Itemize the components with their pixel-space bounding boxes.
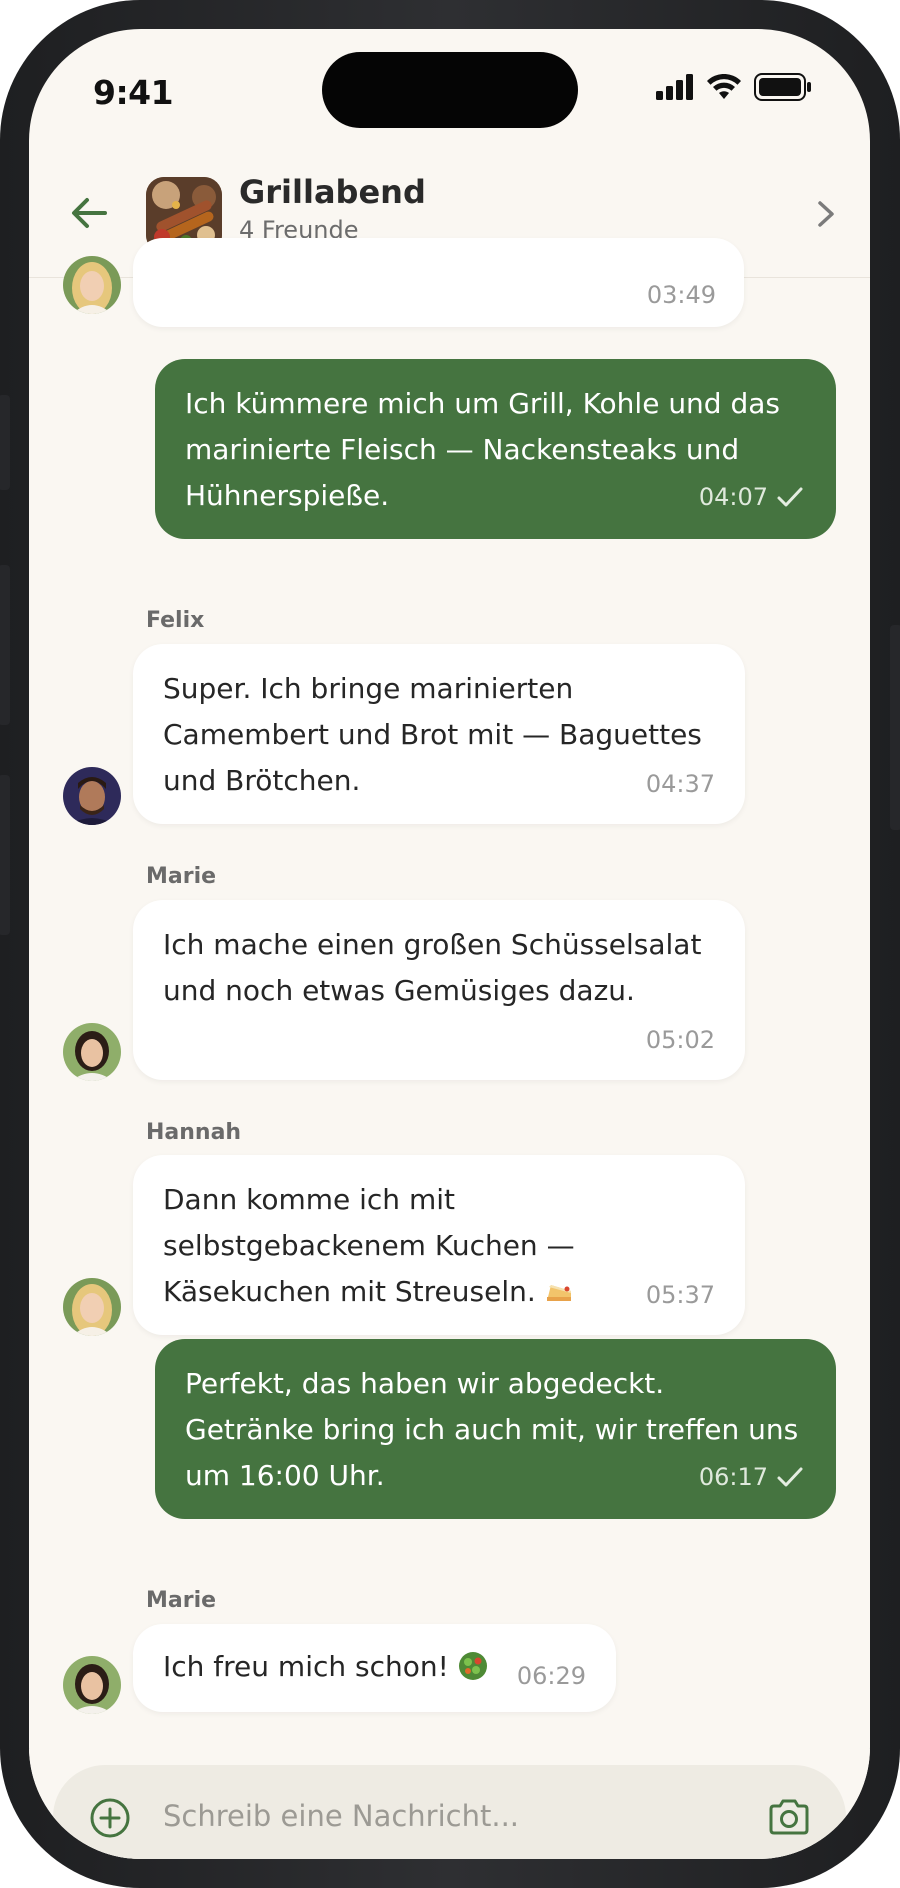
avatar[interactable] — [63, 1656, 121, 1714]
cake-emoji-icon — [546, 1285, 571, 1301]
battery-icon — [754, 73, 811, 101]
power-button — [890, 625, 900, 830]
message-text: Super. Ich bringe marinierten Camembert … — [163, 672, 702, 797]
phone-frame: 9:41 Grillabend 4 Freunde 03:49 Ich kümm… — [0, 0, 900, 1888]
dynamic-island — [322, 52, 578, 128]
message-time-row: 06:17 — [699, 1463, 804, 1491]
message-text-body: Ich freu mich schon! — [163, 1650, 449, 1683]
message-time: 06:17 — [698, 1463, 768, 1491]
message-text: Ich kümmere mich um Grill, Kohle und das… — [185, 387, 780, 512]
avatar[interactable] — [63, 1278, 121, 1336]
volume-up-button — [0, 565, 10, 725]
wifi-icon — [707, 74, 741, 99]
message-input-placeholder: Schreib eine Nachricht... — [163, 1799, 520, 1833]
volume-down-button — [0, 775, 10, 935]
message-time-row: 04:07 — [699, 483, 804, 511]
avatar — [63, 256, 121, 314]
mute-switch — [0, 395, 10, 490]
status-bar: 9:41 — [29, 29, 870, 149]
message-time: 05:02 — [645, 1026, 715, 1054]
composer: Schreib eine Nachricht... — [29, 1749, 870, 1859]
message-bubble-outgoing[interactable]: Ich kümmere mich um Grill, Kohle und das… — [155, 359, 836, 539]
avatar[interactable] — [63, 1023, 121, 1081]
status-time: 9:41 — [93, 73, 174, 112]
sender-name: Marie — [146, 1588, 217, 1613]
message-bubble-incoming[interactable]: Ich freu mich schon! 06:29 — [133, 1624, 616, 1712]
message-text-body: Dann komme ich mit selbstgebackenem Kuch… — [163, 1183, 575, 1308]
chat-title: Grillabend — [239, 173, 426, 211]
message-text: Ich freu mich schon! — [163, 1644, 488, 1690]
message-bubble-incoming[interactable]: 03:49 — [133, 238, 744, 327]
message-bubble-incoming[interactable]: Dann komme ich mit selbstgebackenem Kuch… — [133, 1155, 745, 1335]
message-list[interactable]: 03:49 Ich kümmere mich um Grill, Kohle u… — [29, 238, 870, 1748]
camera-icon[interactable] — [768, 1799, 810, 1835]
sender-name: Hannah — [146, 1120, 242, 1145]
message-time: 04:07 — [698, 483, 768, 511]
message-text: Ich mache einen großen Schüsselsalat und… — [163, 928, 702, 1007]
read-check-icon — [777, 487, 803, 507]
avatar[interactable] — [63, 767, 121, 825]
signal-icon — [656, 74, 693, 100]
message-bubble-outgoing[interactable]: Perfekt, das haben wir abgedeckt. Geträn… — [155, 1339, 836, 1519]
message-bubble-incoming[interactable]: Super. Ich bringe marinierten Camembert … — [133, 644, 745, 824]
add-attachment-icon[interactable] — [89, 1797, 131, 1839]
message-time: 05:37 — [645, 1281, 715, 1309]
message-time: 04:37 — [645, 770, 715, 798]
message-input[interactable]: Schreib eine Nachricht... — [53, 1765, 846, 1859]
screen: 9:41 Grillabend 4 Freunde 03:49 Ich kümm… — [29, 29, 870, 1859]
message-bubble-incoming[interactable]: Ich mache einen großen Schüsselsalat und… — [133, 900, 745, 1080]
sender-name: Felix — [146, 608, 205, 633]
read-check-icon — [777, 1467, 803, 1487]
status-icons — [656, 73, 812, 101]
sender-name: Marie — [146, 864, 217, 889]
chevron-right-icon[interactable] — [814, 199, 838, 229]
message-time: 06:29 — [516, 1662, 586, 1690]
back-arrow-icon[interactable] — [69, 193, 109, 233]
salad-emoji-icon — [458, 1652, 487, 1680]
message-text: Dann komme ich mit selbstgebackenem Kuch… — [163, 1177, 575, 1315]
message-time: 03:49 — [646, 281, 716, 309]
